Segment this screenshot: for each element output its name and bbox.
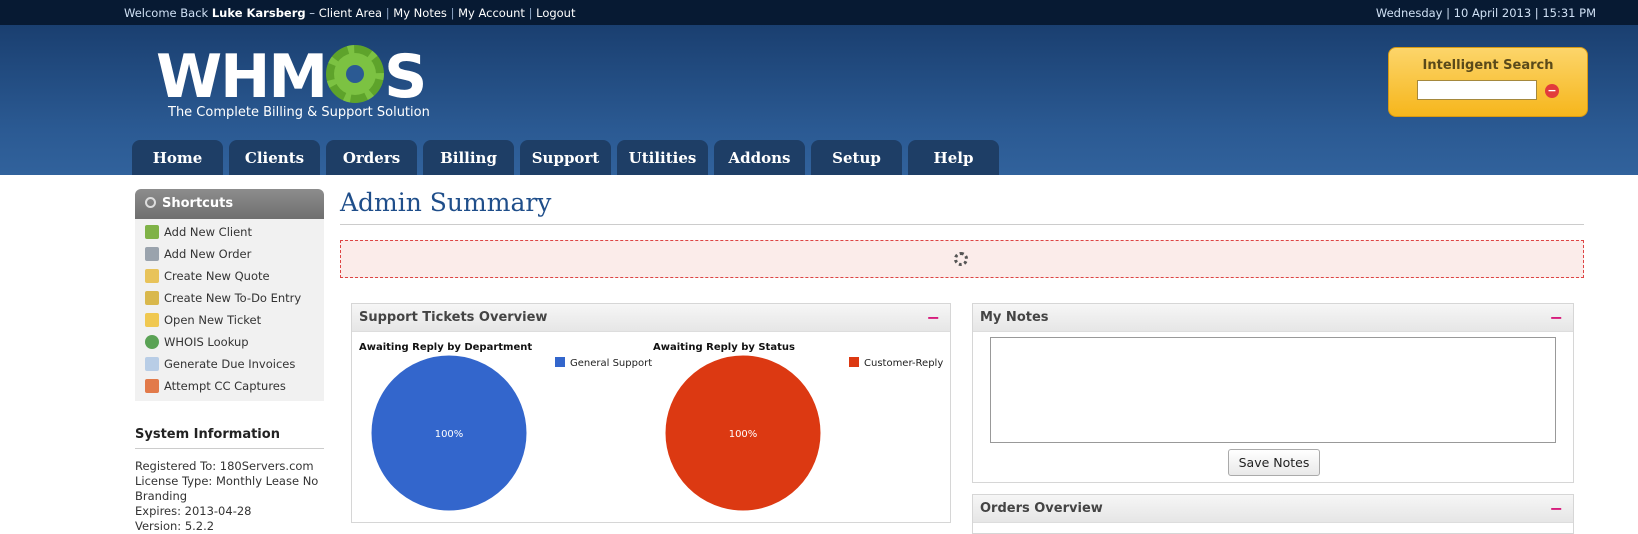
shortcut-create-new-todo[interactable]: Create New To-Do Entry [135,287,324,309]
invoice-icon [145,357,159,371]
quote-icon [145,269,159,283]
credit-card-icon [145,379,159,393]
system-information-title: System Information [135,427,324,449]
gear-icon [326,45,385,103]
welcome-text: Welcome Back Luke Karsberg – Client Area… [124,6,575,20]
whmcs-logo[interactable]: WHM S The Complete Billing & Support Solu… [156,45,430,120]
shortcut-attempt-cc-captures[interactable]: Attempt CC Captures [135,375,324,397]
shortcuts-header[interactable]: Shortcuts [135,189,324,219]
todo-icon [145,291,159,305]
header: WHM S The Complete Billing & Support Solu… [0,25,1638,175]
sidebar: Shortcuts Add New Client Add New Order C… [135,189,324,534]
my-notes-panel: My Notes − Save Notes [972,303,1574,483]
loading-alert-box [340,240,1584,278]
shortcut-create-new-quote[interactable]: Create New Quote [135,265,324,287]
add-user-icon [145,225,159,239]
link-icon [145,197,156,208]
client-area-link[interactable]: Client Area [319,6,382,20]
nav-tab-orders[interactable]: Orders [326,140,417,175]
shortcut-add-new-client[interactable]: Add New Client [135,221,324,243]
panel-title: Support Tickets Overview [359,310,548,325]
shortcut-label: Create New Quote [164,269,270,283]
intelligent-search-box: Intelligent Search − [1388,47,1588,117]
globe-icon [145,335,159,349]
system-information: Registered To: 180Servers.com License Ty… [135,459,324,534]
nav-tab-help[interactable]: Help [908,140,999,175]
orders-overview-panel: Orders Overview − [972,494,1574,534]
version: Version: 5.2.2 [135,519,215,533]
collapse-panel-button[interactable]: − [1550,495,1563,523]
shortcut-label: Attempt CC Captures [164,379,286,393]
search-label: Intelligent Search [1422,58,1554,73]
main-nav: Home Clients Orders Billing Support Util… [132,140,999,175]
separator: | [528,6,533,20]
panel-title: My Notes [980,310,1049,325]
collapse-panel-button[interactable]: − [1550,304,1563,332]
shortcut-label: Generate Due Invoices [164,357,296,371]
separator: | [450,6,455,20]
nav-tab-home[interactable]: Home [132,140,223,175]
collapse-panel-button[interactable]: − [927,304,940,332]
shortcut-label: WHOIS Lookup [164,335,249,349]
shortcut-label: Open New Ticket [164,313,262,327]
panel-header: My Notes − [973,304,1573,332]
nav-tab-billing[interactable]: Billing [423,140,514,175]
logout-link[interactable]: Logout [536,6,575,20]
shortcut-whois-lookup[interactable]: WHOIS Lookup [135,331,324,353]
my-account-link[interactable]: My Account [458,6,525,20]
top-bar: Welcome Back Luke Karsberg – Client Area… [0,0,1638,25]
logo-wordmark: WHM S [156,42,427,112]
logo-tagline: The Complete Billing & Support Solution [168,105,430,120]
panel-title: Orders Overview [980,501,1103,516]
support-tickets-panel: Support Tickets Overview − Awaiting Repl… [351,303,951,523]
user-name: Luke Karsberg [211,6,306,20]
shortcut-label: Create New To-Do Entry [164,291,302,305]
notes-textarea[interactable] [990,337,1556,443]
license-expires: Expires: 2013-04-28 [135,504,252,518]
welcome-dash: – [309,6,316,20]
page-title: Admin Summary [340,188,552,217]
current-datetime: Wednesday | 10 April 2013 | 15:31 PM [1375,6,1596,20]
shortcut-add-new-order[interactable]: Add New Order [135,243,324,265]
save-notes-button[interactable]: Save Notes [1228,449,1320,476]
cart-icon [145,247,159,261]
shortcut-generate-due-invoices[interactable]: Generate Due Invoices [135,353,324,375]
shortcuts-list: Add New Client Add New Order Create New … [135,219,324,401]
panel-header: Orders Overview − [973,495,1573,523]
registered-to: Registered To: 180Servers.com [135,459,314,473]
panel-header: Support Tickets Overview − [352,304,950,332]
loading-spinner-icon [954,252,968,266]
nav-tab-utilities[interactable]: Utilities [617,140,708,175]
ticket-icon [145,313,159,327]
title-divider [340,224,1584,225]
nav-tab-addons[interactable]: Addons [714,140,805,175]
shortcut-open-new-ticket[interactable]: Open New Ticket [135,309,324,331]
shortcut-label: Add New Client [164,225,252,239]
shortcuts-title: Shortcuts [162,196,234,211]
nav-tab-support[interactable]: Support [520,140,611,175]
my-notes-link[interactable]: My Notes [393,6,447,20]
clear-search-icon[interactable]: − [1545,84,1559,98]
license-type: License Type: Monthly Lease No [135,474,319,488]
pie-slice-label: 100% [435,429,464,440]
separator: | [385,6,390,20]
nav-tab-clients[interactable]: Clients [229,140,320,175]
license-type-cont: Branding [135,489,188,503]
welcome-prefix: Welcome Back [124,6,209,20]
pie-slice-label: 100% [729,429,758,440]
ticket-pie-charts: 100% 100% [370,354,822,512]
search-input[interactable] [1417,80,1537,100]
nav-tab-setup[interactable]: Setup [811,140,902,175]
shortcut-label: Add New Order [164,247,252,261]
